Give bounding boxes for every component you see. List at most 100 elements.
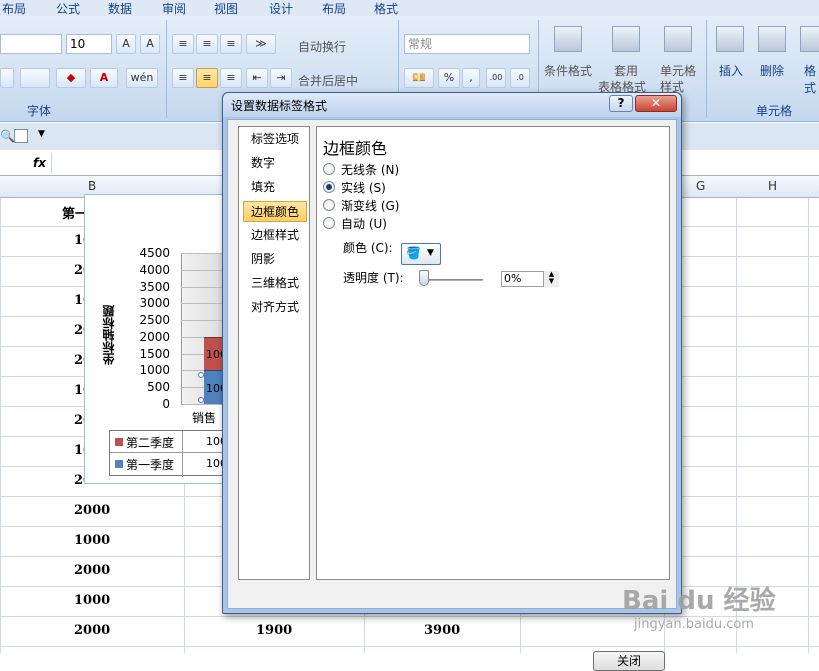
insert-icon[interactable] bbox=[716, 26, 744, 52]
column-b-header[interactable]: B bbox=[88, 179, 96, 193]
delete-button[interactable]: 删除 bbox=[760, 62, 784, 79]
y-tick-label: 2000 bbox=[139, 329, 170, 344]
align-right-button[interactable]: ≡ bbox=[220, 68, 242, 88]
format-table-label[interactable]: 套用 bbox=[614, 62, 638, 79]
y-tick-label: 2500 bbox=[139, 313, 170, 328]
nav-alignment[interactable]: 对齐方式 bbox=[243, 297, 307, 318]
align-middle-button[interactable]: ≡ bbox=[196, 34, 218, 54]
font-name-field[interactable] bbox=[0, 34, 62, 54]
cell-d15[interactable]: 3900 bbox=[424, 623, 460, 638]
align-center-button[interactable]: ≡ bbox=[196, 68, 218, 88]
y-tick-label: 500 bbox=[147, 380, 170, 395]
help-button[interactable]: ? bbox=[609, 95, 633, 112]
selection-handle[interactable] bbox=[198, 397, 204, 403]
nav-3d-format[interactable]: 三维格式 bbox=[243, 273, 307, 294]
legend-q1-label: 第一季度 bbox=[126, 458, 175, 472]
orientation-button[interactable]: ≫ bbox=[246, 34, 276, 54]
nav-border-color[interactable]: 边框颜色 bbox=[243, 201, 307, 222]
selection-handle[interactable] bbox=[198, 372, 204, 378]
radio-no-line-label[interactable]: 无线条 (N) bbox=[341, 161, 399, 178]
transparency-spinner[interactable]: ▲ ▼ bbox=[543, 271, 559, 287]
tab-review[interactable]: 审阅 bbox=[162, 0, 186, 17]
percent-button[interactable]: % bbox=[438, 68, 460, 88]
tab-data[interactable]: 数据 bbox=[108, 0, 132, 17]
font-size-field[interactable]: 10 bbox=[66, 34, 112, 54]
tab-chart-layout[interactable]: 布局 bbox=[322, 0, 346, 17]
number-format-select[interactable]: 常规 bbox=[404, 34, 530, 54]
customize-dropdown-icon[interactable]: ▼ bbox=[38, 129, 45, 139]
decrease-indent-button[interactable]: ⇤ bbox=[246, 68, 268, 88]
radio-automatic-label[interactable]: 自动 (U) bbox=[341, 215, 387, 232]
increase-decimal-button[interactable]: .00 bbox=[486, 68, 506, 88]
insert-button[interactable]: 插入 bbox=[719, 62, 743, 79]
wrap-text-button[interactable]: 自动换行 bbox=[298, 38, 346, 55]
format-button[interactable]: 格式 bbox=[804, 62, 819, 96]
tab-view[interactable]: 视图 bbox=[214, 0, 238, 17]
align-bottom-button[interactable]: ≡ bbox=[220, 34, 242, 54]
decrease-decimal-button[interactable]: .0 bbox=[510, 68, 530, 88]
close-icon[interactable]: ✕ bbox=[635, 95, 677, 112]
close-button[interactable]: 关闭 bbox=[593, 651, 665, 671]
transparency-slider-thumb[interactable] bbox=[419, 270, 429, 286]
column-h-header[interactable]: H bbox=[768, 179, 777, 193]
legend-swatch-q2 bbox=[115, 438, 123, 446]
border-button[interactable] bbox=[0, 68, 14, 88]
delete-icon[interactable] bbox=[758, 26, 786, 52]
color-label: 颜色 (C): bbox=[343, 241, 393, 255]
conditional-format-button[interactable]: 条件格式 bbox=[544, 62, 592, 79]
nav-number[interactable]: 数字 bbox=[243, 153, 307, 174]
currency-button[interactable]: 💴 bbox=[404, 68, 434, 88]
y-tick-label: 3000 bbox=[139, 296, 170, 311]
cell-styles-icon[interactable] bbox=[664, 26, 692, 52]
cell-c15[interactable]: 1900 bbox=[256, 623, 292, 638]
zoom-icon[interactable]: 🔍 bbox=[0, 129, 15, 143]
align-left-button[interactable]: ≡ bbox=[172, 68, 194, 88]
cell-b11[interactable]: 2000 bbox=[74, 503, 110, 518]
transparency-slider-track[interactable] bbox=[425, 279, 483, 281]
font-color-button[interactable]: A bbox=[90, 68, 118, 88]
chart-data-table[interactable]: 第二季度 100 第一季度 100 bbox=[109, 430, 232, 477]
format-icon[interactable] bbox=[800, 26, 819, 52]
radio-solid-line-label[interactable]: 实线 (S) bbox=[341, 179, 386, 196]
nav-shadow[interactable]: 阴影 bbox=[243, 249, 307, 270]
y-tick-label: 1500 bbox=[139, 346, 170, 361]
cell-b13[interactable]: 2000 bbox=[74, 563, 110, 578]
conditional-format-icon[interactable] bbox=[554, 26, 582, 52]
y-axis-title[interactable]: 坐标轴标题 bbox=[100, 295, 130, 365]
phonetic-button[interactable]: wén bbox=[126, 68, 158, 88]
nav-border-style[interactable]: 边框样式 bbox=[243, 225, 307, 246]
dialog-titlebar[interactable]: 设置数据标签格式 ? ✕ bbox=[223, 93, 681, 117]
tab-layout[interactable]: 布局 bbox=[2, 0, 26, 17]
radio-gradient-line[interactable] bbox=[323, 199, 335, 211]
cell-b14[interactable]: 1000 bbox=[74, 593, 110, 608]
options-panel: 边框颜色 无线条 (N) 实线 (S) 渐变线 (G) 自动 (U) 颜色 (C… bbox=[316, 126, 670, 580]
fill-color-button[interactable]: ◆ bbox=[56, 68, 86, 88]
group-font-label: 字体 bbox=[27, 104, 52, 118]
paint-bucket-icon: 🪣 bbox=[406, 246, 421, 260]
radio-automatic[interactable] bbox=[323, 217, 335, 229]
color-picker-button[interactable]: 🪣 ▼ bbox=[401, 243, 441, 265]
merge-center-button[interactable]: 合并后居中 bbox=[298, 72, 358, 89]
legend-q2-label: 第二季度 bbox=[126, 436, 175, 450]
cell-b15[interactable]: 2000 bbox=[74, 623, 110, 638]
tab-formulas[interactable]: 公式 bbox=[56, 0, 80, 17]
nav-label-options[interactable]: 标签选项 bbox=[243, 129, 307, 150]
tab-design[interactable]: 设计 bbox=[269, 0, 293, 17]
borders-dropdown[interactable] bbox=[20, 68, 50, 88]
increase-indent-button[interactable]: ⇥ bbox=[270, 68, 292, 88]
radio-gradient-line-label[interactable]: 渐变线 (G) bbox=[341, 197, 399, 214]
column-g-header[interactable]: G bbox=[696, 179, 705, 193]
nav-fill[interactable]: 填充 bbox=[243, 177, 307, 198]
format-table-icon[interactable] bbox=[612, 26, 640, 52]
align-top-button[interactable]: ≡ bbox=[172, 34, 194, 54]
radio-solid-line[interactable] bbox=[323, 181, 335, 193]
comma-button[interactable]: , bbox=[462, 68, 480, 88]
grid-icon[interactable] bbox=[14, 129, 28, 143]
radio-no-line[interactable] bbox=[323, 163, 335, 175]
cell-b12[interactable]: 1000 bbox=[74, 533, 110, 548]
grow-font-button[interactable]: A bbox=[116, 34, 136, 54]
cell-styles-button[interactable]: 单元格 bbox=[660, 62, 696, 79]
tab-format[interactable]: 格式 bbox=[374, 0, 398, 17]
fx-icon[interactable]: fx bbox=[28, 153, 52, 173]
shrink-font-button[interactable]: A bbox=[140, 34, 160, 54]
